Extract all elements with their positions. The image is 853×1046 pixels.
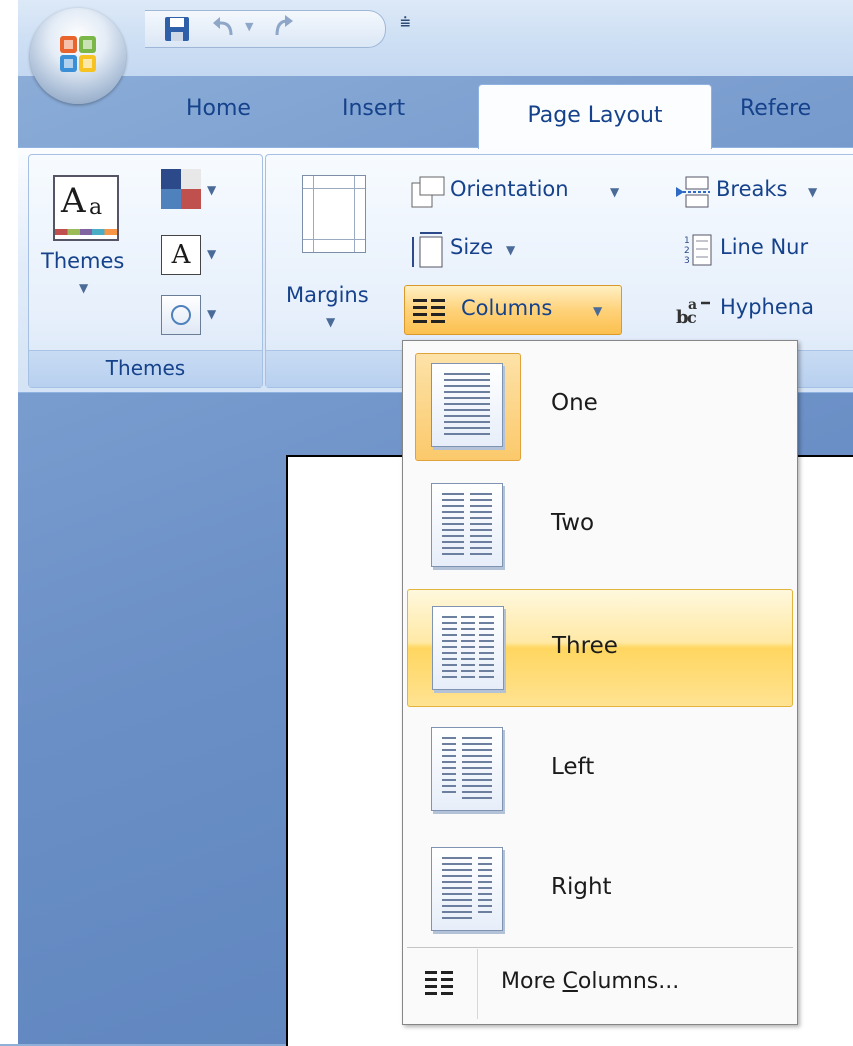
menu-item-left[interactable]: Left <box>407 711 791 829</box>
theme-effects-button[interactable]: ▼ <box>161 295 225 339</box>
undo-dropdown-icon[interactable]: ▼ <box>245 20 253 33</box>
save-icon[interactable] <box>163 15 191 43</box>
menu-separator <box>407 947 793 948</box>
menu-item-one[interactable]: One <box>407 347 791 465</box>
orientation-dropdown-icon: ▼ <box>610 185 620 199</box>
orientation-button[interactable]: Orientation ▼ <box>410 173 670 213</box>
size-button[interactable]: Size ▼ <box>410 231 570 271</box>
theme-effects-icon <box>161 295 201 335</box>
columns-dropdown-icon: ▼ <box>593 304 603 318</box>
menu-item-three[interactable]: Three <box>407 589 793 707</box>
more-columns-item[interactable]: More Columns... <box>407 949 793 1019</box>
more-columns-label: More Columns... <box>501 969 680 994</box>
margins-icon <box>302 175 366 253</box>
tab-home[interactable]: Home <box>186 96 251 121</box>
tab-insert[interactable]: Insert <box>342 96 405 121</box>
svg-text:1: 1 <box>684 236 690 246</box>
tab-references[interactable]: Refere <box>740 96 811 121</box>
line-numbers-label: Line Nur <box>720 235 809 259</box>
hyphenation-button[interactable]: b c a Hyphena <box>676 291 853 331</box>
undo-icon[interactable] <box>209 15 239 43</box>
themes-label: Themes <box>41 249 125 273</box>
columns-button[interactable]: Columns ▼ <box>404 285 622 335</box>
menu-item-label: Three <box>552 633 618 659</box>
hyphenation-icon: b c a <box>676 297 710 327</box>
two-columns-icon <box>431 483 503 567</box>
columns-small-icon <box>425 971 453 995</box>
quick-access-toolbar: ▼ <box>145 10 386 48</box>
hyphenation-label: Hyphena <box>720 295 814 319</box>
menu-item-label: One <box>551 390 598 416</box>
columns-label: Columns <box>461 296 553 320</box>
columns-icon <box>413 299 445 323</box>
redo-icon[interactable] <box>269 15 299 43</box>
size-icon <box>412 232 443 268</box>
breaks-icon <box>676 176 710 208</box>
orientation-label: Orientation <box>450 177 569 201</box>
line-numbers-icon: 1 2 3 <box>684 234 712 266</box>
size-dropdown-icon: ▼ <box>506 243 516 257</box>
themes-group: A a Themes ▼ ▼ A ▼ ▼ Themes <box>28 154 263 388</box>
breaks-button[interactable]: Breaks ▼ <box>676 173 853 213</box>
columns-dropdown-menu: One Two Three Left Right More Columns... <box>402 340 798 1025</box>
menu-item-right[interactable]: Right <box>407 831 791 949</box>
size-label: Size <box>450 235 494 259</box>
breaks-dropdown-icon: ▼ <box>808 185 818 199</box>
customize-qat-icon[interactable]: ⩧ <box>400 12 411 33</box>
three-columns-icon <box>432 606 504 690</box>
theme-fonts-button[interactable]: A ▼ <box>161 235 225 279</box>
orientation-icon <box>411 176 445 208</box>
themes-group-label: Themes <box>29 350 262 387</box>
margins-button[interactable]: Margins ▼ <box>276 167 386 337</box>
theme-colors-dropdown-icon: ▼ <box>207 183 217 197</box>
themes-dropdown-icon: ▼ <box>79 281 89 295</box>
more-columns-icon-area <box>407 949 478 1019</box>
menu-item-two[interactable]: Two <box>407 467 791 585</box>
theme-fonts-dropdown-icon: ▼ <box>207 247 217 261</box>
line-numbers-button[interactable]: 1 2 3 Line Nur <box>676 231 853 271</box>
tab-page-layout[interactable]: Page Layout <box>478 84 712 149</box>
breaks-label: Breaks <box>716 177 788 201</box>
menu-item-label: Two <box>551 510 595 536</box>
menu-item-label: Left <box>551 754 595 780</box>
themes-button[interactable]: A a Themes ▼ <box>41 167 153 317</box>
theme-colors-icon <box>161 169 201 209</box>
title-bar <box>18 0 853 76</box>
svg-text:2: 2 <box>684 246 690 256</box>
window-edge <box>0 0 18 1044</box>
theme-fonts-icon: A <box>161 235 201 275</box>
svg-text:3: 3 <box>684 256 690 266</box>
margins-dropdown-icon: ▼ <box>326 315 336 329</box>
office-button[interactable] <box>30 8 126 104</box>
right-column-icon <box>431 847 503 931</box>
left-column-icon <box>431 727 503 811</box>
theme-colors-button[interactable]: ▼ <box>161 169 225 213</box>
office-logo-icon <box>60 36 96 72</box>
theme-effects-dropdown-icon: ▼ <box>207 307 217 321</box>
menu-item-label: Right <box>551 874 612 900</box>
one-column-icon <box>431 363 503 447</box>
margins-label: Margins <box>286 283 369 307</box>
themes-icon: A a <box>53 175 119 241</box>
svg-text:a: a <box>688 297 697 313</box>
